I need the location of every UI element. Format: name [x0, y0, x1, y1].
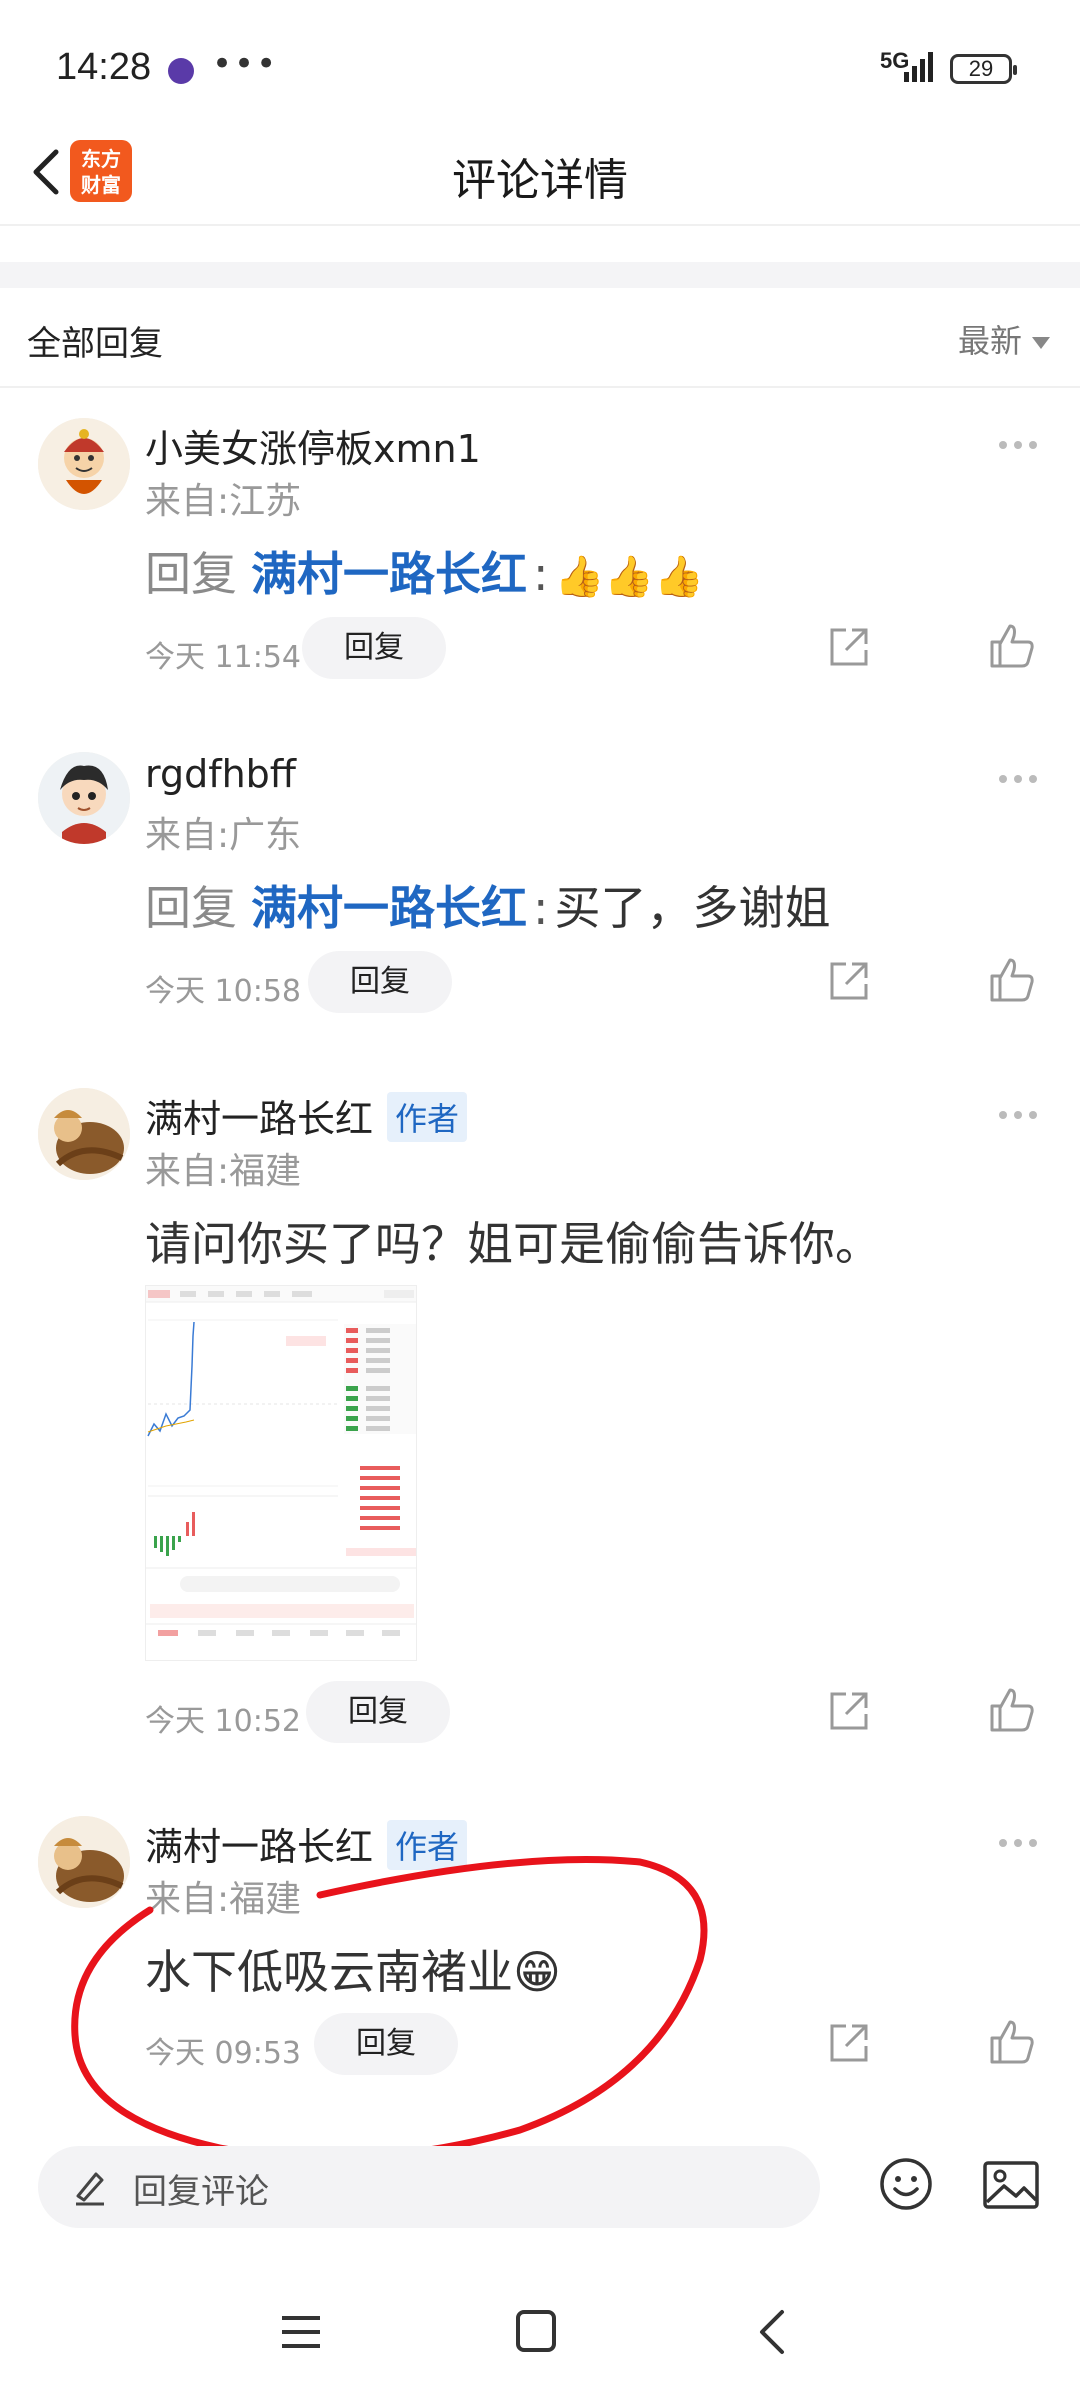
like-icon[interactable] — [988, 2018, 1036, 2066]
reply-button[interactable]: 回复 — [306, 1681, 450, 1743]
username-text: 满村一路长红 — [145, 1097, 374, 1141]
reply-button[interactable]: 回复 — [308, 951, 452, 1013]
emoji-icon[interactable] — [878, 2156, 934, 2212]
page-title: 评论详情 — [452, 155, 628, 206]
location: 来自:江苏 — [145, 481, 302, 522]
pen-icon — [76, 2172, 104, 2206]
signal-icon — [904, 52, 933, 82]
caret-down-icon — [1032, 337, 1050, 349]
reply-button[interactable]: 回复 — [314, 2013, 458, 2075]
like-icon[interactable] — [988, 956, 1036, 1004]
location: 来自:福建 — [145, 1879, 302, 1920]
comment-item: 小美女涨停板xmn1 来自:江苏 回复 满村一路长红: 👍👍👍 今天 11:54 回… — [0, 388, 1080, 718]
section-title: 全部回复 — [27, 324, 163, 364]
logo-line2: 财富 — [81, 173, 121, 197]
comment-text: 水下低吸云南褚业😁 — [145, 1945, 561, 1999]
section-bar: 全部回复 最新 — [0, 288, 1080, 388]
author-badge: 作者 — [387, 1092, 468, 1142]
username[interactable]: rgdfhbff — [145, 752, 296, 796]
avatar-image — [38, 1816, 130, 1908]
header: 评论详情 东方 财富 — [0, 120, 1080, 226]
status-time: 14:28 — [56, 46, 152, 88]
avatar[interactable] — [38, 418, 130, 510]
username[interactable]: 满村一路长红 作者 — [145, 1088, 468, 1143]
username[interactable]: 小美女涨停板xmn1 — [145, 418, 481, 473]
author-badge: 作者 — [387, 1820, 468, 1870]
comment-text: 回复 满村一路长红: 买了，多谢姐 — [145, 872, 831, 938]
comment-item: 满村一路长红 作者 来自:福建 水下低吸云南褚业😁 今天 09:53 回复 — [0, 1780, 1080, 2100]
share-icon[interactable] — [826, 624, 872, 670]
comment-item: rgdfhbff 来自:广东 回复 满村一路长红: 买了，多谢姐 今天 10:58 … — [0, 720, 1080, 1050]
colon: : — [533, 881, 549, 935]
timestamp: 今天 10:58 — [145, 974, 301, 1009]
avatar[interactable] — [38, 1088, 130, 1180]
more-icon[interactable] — [998, 440, 1038, 450]
status-bar: 14:28 ••• 5G 29 — [0, 0, 1080, 140]
avatar-image — [38, 1088, 130, 1180]
reply-button[interactable]: 回复 — [302, 617, 446, 679]
more-icon[interactable] — [998, 774, 1038, 784]
location: 来自:广东 — [145, 815, 302, 856]
location: 来自:福建 — [145, 1151, 302, 1192]
comment-text: 请问你买了吗？姐可是偷偷告诉你。 — [145, 1217, 881, 1271]
divider-band — [0, 262, 1080, 288]
nav-back-icon[interactable] — [752, 2308, 792, 2356]
username[interactable]: 满村一路长红 作者 — [145, 1816, 468, 1871]
reply-keyword: 回复 — [145, 547, 237, 601]
stock-chart-image — [146, 1286, 416, 1660]
system-nav-bar — [0, 2260, 1080, 2400]
battery-level: 29 — [968, 56, 994, 81]
comment-body: 买了，多谢姐 — [554, 881, 831, 935]
image-icon[interactable] — [982, 2160, 1040, 2210]
battery-icon: 29 — [950, 54, 1017, 84]
app-notification-icon — [168, 58, 194, 84]
reply-comment-input[interactable]: 回复评论 — [38, 2146, 820, 2228]
home-icon[interactable] — [516, 2310, 556, 2352]
attached-stock-screenshot[interactable] — [145, 1285, 417, 1661]
avatar-image — [38, 418, 130, 510]
like-icon[interactable] — [988, 1686, 1036, 1734]
share-icon[interactable] — [826, 958, 872, 1004]
mention-link[interactable]: 满村一路长红 — [251, 881, 527, 935]
sort-label: 最新 — [957, 322, 1022, 360]
share-icon[interactable] — [826, 1688, 872, 1734]
logo-line1: 东方 — [81, 147, 121, 171]
thumbs-up-emoji: 👍👍👍 — [554, 554, 704, 600]
menu-icon[interactable] — [280, 2312, 322, 2352]
reply-keyword: 回复 — [145, 881, 237, 935]
sort-dropdown[interactable]: 最新 — [958, 316, 1050, 362]
timestamp: 今天 10:52 — [145, 1704, 301, 1739]
avatar[interactable] — [38, 752, 130, 844]
input-placeholder: 回复评论 — [133, 2172, 269, 2212]
timestamp: 今天 09:53 — [145, 2036, 301, 2071]
colon: : — [533, 547, 549, 601]
avatar-image — [38, 752, 130, 844]
app-logo[interactable]: 东方 财富 — [70, 140, 132, 202]
username-text: 满村一路长红 — [145, 1825, 374, 1869]
comment-text: 回复 满村一路长红: 👍👍👍 — [145, 538, 704, 604]
timestamp: 今天 11:54 — [145, 640, 301, 675]
more-icon[interactable] — [998, 1110, 1038, 1120]
mention-link[interactable]: 满村一路长红 — [251, 547, 527, 601]
share-icon[interactable] — [826, 2020, 872, 2066]
avatar[interactable] — [38, 1816, 130, 1908]
more-notifications-icon: ••• — [212, 44, 279, 84]
more-icon[interactable] — [998, 1838, 1038, 1848]
like-icon[interactable] — [988, 622, 1036, 670]
